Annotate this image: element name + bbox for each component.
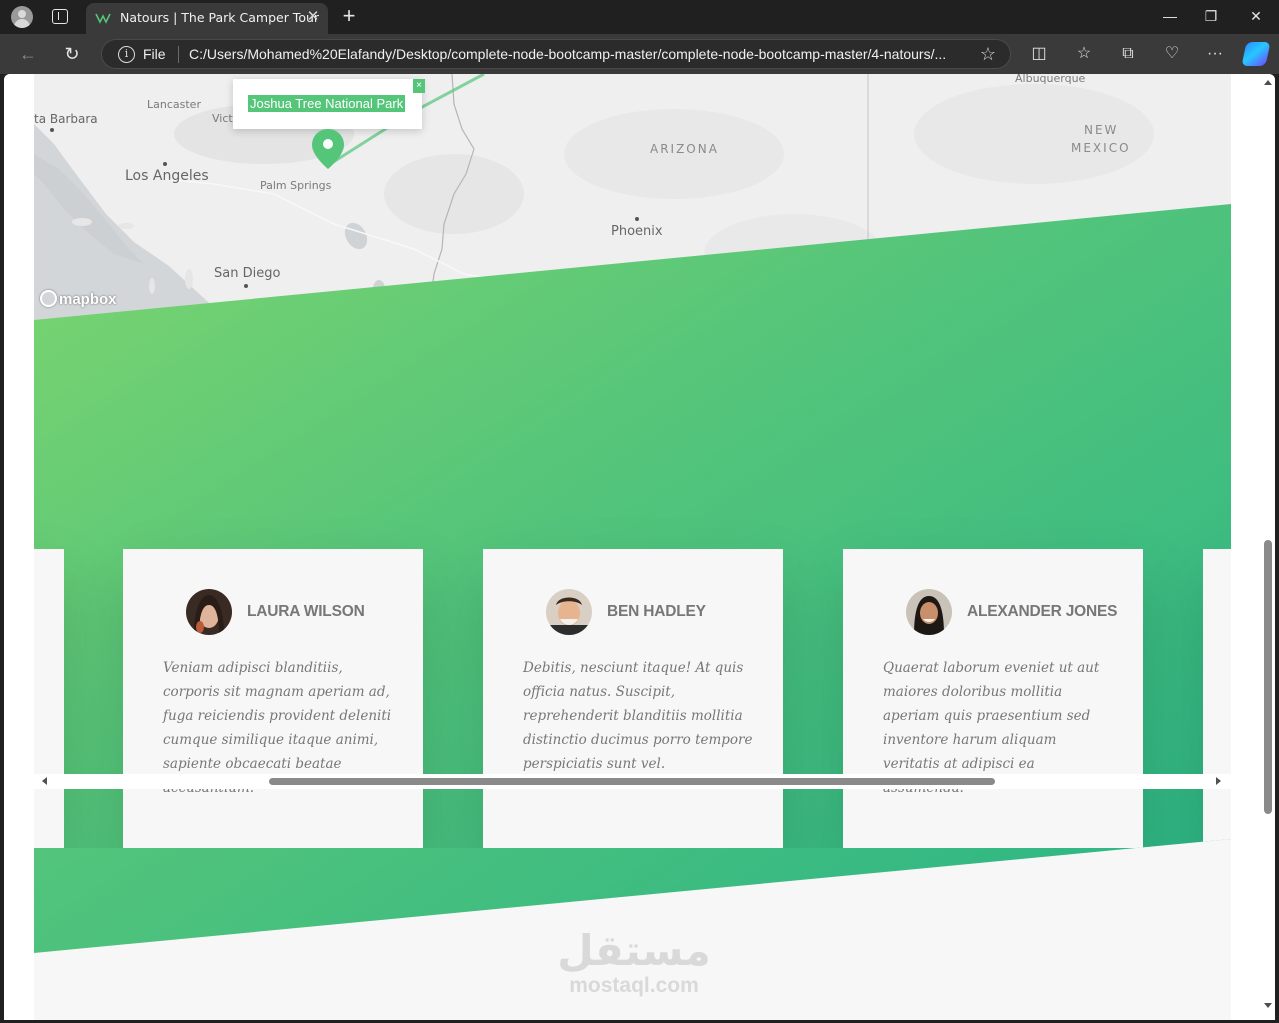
map-label-arizona: ARIZONA bbox=[650, 142, 719, 156]
map-marker-pin-icon[interactable] bbox=[312, 129, 344, 169]
map-label-new-mexico-line2: MEXICO bbox=[1071, 141, 1131, 155]
reviewer-avatar bbox=[906, 589, 952, 635]
site-info-icon[interactable]: i bbox=[118, 46, 135, 63]
page-margin bbox=[4, 74, 34, 1020]
map-label-phoenix: Phoenix bbox=[611, 224, 663, 239]
back-arrow-icon[interactable]: ← bbox=[17, 43, 39, 65]
scroll-down-arrow-icon[interactable] bbox=[1264, 1003, 1272, 1008]
split-screen-icon[interactable]: ◫ bbox=[1027, 43, 1051, 65]
review-text: Debitis, nesciunt itaque! At quis offici… bbox=[523, 660, 753, 772]
review-card-partial bbox=[1203, 549, 1231, 848]
address-scheme-label: File bbox=[143, 46, 166, 62]
tab-title: Natours | The Park Camper Tour bbox=[120, 10, 320, 25]
review-card: Alexander Jones Quaerat laborum eveniet … bbox=[843, 549, 1143, 848]
restore-button[interactable]: ❐ bbox=[1198, 5, 1224, 27]
tab-actions-icon[interactable] bbox=[52, 9, 68, 24]
mostaql-watermark: مستقل mostaql.com bbox=[544, 929, 724, 999]
minimize-button[interactable]: — bbox=[1157, 5, 1183, 27]
collections-icon[interactable]: ⧉ bbox=[1116, 43, 1140, 65]
map-label-lancaster: Lancaster bbox=[147, 98, 201, 111]
address-bar[interactable]: i File C:/Users/Mohamed%20Elafandy/Deskt… bbox=[101, 39, 1011, 69]
review-card-partial bbox=[34, 549, 64, 848]
map-label-albuquerque: Albuquerque bbox=[1015, 74, 1086, 85]
vertical-scroll-thumb[interactable] bbox=[1264, 540, 1272, 814]
mapbox-logo-icon bbox=[40, 290, 57, 307]
natours-favicon-icon bbox=[95, 11, 111, 25]
popup-location-name: Joshua Tree National Park bbox=[248, 95, 406, 112]
map-label-los-angeles: Los Angeles bbox=[125, 168, 209, 184]
more-options-icon[interactable]: ··· bbox=[1203, 43, 1227, 65]
map-location-popup: Joshua Tree National Park × bbox=[233, 79, 425, 129]
favorite-star-icon[interactable]: ☆ bbox=[977, 43, 999, 65]
favorites-icon[interactable]: ☆ bbox=[1072, 43, 1096, 65]
page-vertical-scrollbar[interactable] bbox=[1261, 74, 1275, 1020]
reviewer-avatar bbox=[546, 589, 592, 635]
reviewer-name: Laura Wilson bbox=[247, 603, 365, 620]
carousel-horizontal-scrollbar[interactable] bbox=[34, 774, 1231, 789]
map-label-san-diego: San Diego bbox=[214, 266, 281, 281]
reviewer-avatar bbox=[186, 589, 232, 635]
reviews-section: Laura Wilson Veniam adipisci blanditiis,… bbox=[34, 204, 1231, 953]
mapbox-logo[interactable]: mapbox bbox=[40, 290, 117, 312]
tab-close-icon[interactable]: ✕ bbox=[304, 8, 322, 26]
map-label-santa-barbara: ta Barbara bbox=[34, 112, 98, 126]
reviewer-name: Ben Hadley bbox=[607, 603, 706, 620]
browser-toolbar: ← ↻ i File C:/Users/Mohamed%20Elafandy/D… bbox=[0, 34, 1279, 74]
new-tab-button[interactable]: + bbox=[338, 5, 360, 27]
close-window-button[interactable]: ✕ bbox=[1243, 5, 1269, 27]
tour-page: Lancaster ta Barbara Vict Los Angeles Pa… bbox=[34, 74, 1231, 1020]
map-label-new-mexico-line1: NEW bbox=[1084, 123, 1119, 137]
browser-viewport: Lancaster ta Barbara Vict Los Angeles Pa… bbox=[4, 74, 1275, 1020]
map-label-palm-springs: Palm Springs bbox=[260, 179, 332, 192]
browser-tab-active[interactable]: Natours | The Park Camper Tour ✕ bbox=[86, 3, 328, 34]
url-text[interactable]: C:/Users/Mohamed%20Elafandy/Desktop/comp… bbox=[189, 46, 973, 62]
popup-close-button[interactable]: × bbox=[413, 79, 425, 93]
review-card: Laura Wilson Veniam adipisci blanditiis,… bbox=[123, 549, 423, 848]
browser-title-bar: Natours | The Park Camper Tour ✕ + — ❐ ✕ bbox=[0, 0, 1279, 34]
watermark-latin-text: mostaql.com bbox=[569, 974, 699, 997]
scroll-right-arrow-icon[interactable] bbox=[1216, 777, 1221, 785]
mapbox-logo-text: mapbox bbox=[59, 291, 117, 308]
review-card: Ben Hadley Debitis, nesciunt itaque! At … bbox=[483, 549, 783, 848]
browser-essentials-icon[interactable]: ♡ bbox=[1160, 43, 1184, 65]
scroll-left-arrow-icon[interactable] bbox=[42, 777, 47, 785]
horizontal-scroll-thumb[interactable] bbox=[269, 778, 995, 785]
reviewer-name: Alexander Jones bbox=[967, 603, 1118, 620]
refresh-icon[interactable]: ↻ bbox=[61, 43, 83, 65]
profile-avatar-icon[interactable] bbox=[11, 6, 33, 28]
copilot-icon[interactable] bbox=[1241, 42, 1271, 66]
address-separator bbox=[178, 46, 179, 63]
reviews-carousel[interactable]: Laura Wilson Veniam adipisci blanditiis,… bbox=[34, 493, 1231, 848]
map-label-victorville: Vict bbox=[212, 112, 233, 125]
watermark-arabic-text: مستقل bbox=[557, 926, 711, 975]
scroll-up-arrow-icon[interactable] bbox=[1264, 80, 1272, 85]
